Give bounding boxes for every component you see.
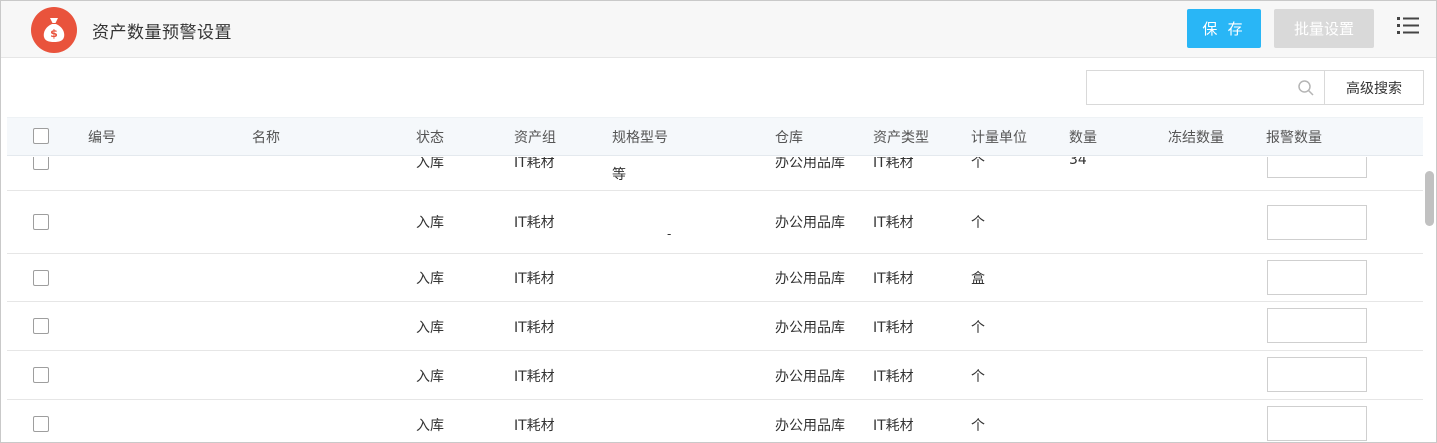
row-checkbox[interactable]	[33, 214, 49, 230]
table-header: 编号 名称 状态 资产组 规格型号 仓库 资产类型 计量单位 数量 冻结数量 报…	[7, 117, 1423, 156]
cell-status: 入库	[416, 418, 444, 434]
advanced-search-button[interactable]: 高级搜索	[1324, 70, 1424, 105]
list-menu-icon[interactable]	[1397, 15, 1419, 37]
column-header-unit[interactable]: 计量单位	[971, 127, 1027, 147]
cell-asset-type: IT耗材	[873, 418, 914, 434]
cell-asset-type: IT耗材	[873, 215, 914, 231]
cell-warehouse: 办公用品库	[775, 320, 845, 336]
cell-warehouse: 办公用品库	[775, 418, 845, 434]
column-header-warehouse[interactable]: 仓库	[775, 127, 803, 147]
cell-status: 入库	[416, 215, 444, 231]
table-row: 入库 IT耗材 - 办公用品库 IT耗材 个	[7, 191, 1423, 254]
cell-unit: 个	[971, 157, 985, 171]
table-row: 入库 IT耗材 办公用品库 IT耗材 个	[7, 302, 1423, 351]
cell-unit: 个	[971, 215, 985, 231]
cell-asset-type: IT耗材	[873, 271, 914, 287]
app-window: $ 资产数量预警设置 保 存 批量设置 高级搜索 编号 名称 状态 资产组 规格…	[0, 0, 1437, 443]
cell-status: 入库	[416, 369, 444, 385]
cell-status: 入库	[416, 157, 444, 171]
column-header-spec[interactable]: 规格型号	[612, 127, 668, 147]
cell-asset-type: IT耗材	[873, 320, 914, 336]
cell-warehouse: 办公用品库	[775, 369, 845, 385]
cell-asset-group: IT耗材	[514, 157, 555, 171]
row-checkbox[interactable]	[33, 270, 49, 286]
cell-unit: 盒	[971, 271, 985, 287]
row-checkbox[interactable]	[33, 157, 49, 170]
table-row: 入库 IT耗材 等 办公用品库 IT耗材 个 34	[7, 157, 1423, 191]
cell-unit: 个	[971, 418, 985, 434]
column-header-alarm-quantity[interactable]: 报警数量	[1266, 127, 1322, 147]
column-header-asset-group[interactable]: 资产组	[514, 127, 556, 147]
alarm-quantity-input[interactable]	[1267, 406, 1367, 441]
cell-status: 入库	[416, 320, 444, 336]
page-header: $ 资产数量预警设置 保 存 批量设置	[1, 1, 1436, 58]
batch-settings-button[interactable]: 批量设置	[1274, 9, 1374, 48]
table-body: 入库 IT耗材 等 办公用品库 IT耗材 个 34 入库 IT耗材 - 办公用品…	[7, 157, 1423, 442]
page-title: 资产数量预警设置	[92, 23, 232, 43]
cell-asset-group: IT耗材	[514, 369, 555, 385]
cell-spec: -	[667, 227, 672, 241]
money-bag-icon: $	[31, 7, 77, 53]
cell-asset-group: IT耗材	[514, 418, 555, 434]
column-header-status[interactable]: 状态	[416, 127, 444, 147]
search-box	[1086, 70, 1325, 105]
cell-unit: 个	[971, 320, 985, 336]
cell-warehouse: 办公用品库	[775, 271, 845, 287]
row-checkbox[interactable]	[33, 416, 49, 432]
svg-text:$: $	[50, 27, 58, 40]
column-header-frozen-quantity[interactable]: 冻结数量	[1168, 127, 1224, 147]
cell-warehouse: 办公用品库	[775, 215, 845, 231]
table-row: 入库 IT耗材 办公用品库 IT耗材 盒	[7, 254, 1423, 302]
cell-spec: 等	[612, 167, 626, 183]
column-header-asset-type[interactable]: 资产类型	[873, 127, 929, 147]
cell-asset-group: IT耗材	[514, 215, 555, 231]
column-header-quantity[interactable]: 数量	[1069, 127, 1097, 147]
column-header-code[interactable]: 编号	[88, 127, 116, 147]
column-header-name[interactable]: 名称	[252, 127, 280, 147]
cell-asset-group: IT耗材	[514, 320, 555, 336]
table-row: 入库 IT耗材 办公用品库 IT耗材 个	[7, 400, 1423, 442]
alarm-quantity-input[interactable]	[1267, 205, 1367, 240]
alarm-quantity-input[interactable]	[1267, 260, 1367, 295]
save-button[interactable]: 保 存	[1187, 9, 1261, 48]
alarm-quantity-input[interactable]	[1267, 308, 1367, 343]
select-all-checkbox[interactable]	[33, 128, 49, 144]
alarm-quantity-input[interactable]	[1267, 357, 1367, 392]
row-checkbox[interactable]	[33, 318, 49, 334]
alarm-quantity-input[interactable]	[1267, 157, 1367, 178]
vertical-scrollbar-thumb[interactable]	[1425, 171, 1434, 226]
cell-asset-type: IT耗材	[873, 157, 914, 171]
cell-asset-group: IT耗材	[514, 271, 555, 287]
cell-unit: 个	[971, 369, 985, 385]
cell-quantity: 34	[1069, 157, 1087, 168]
table-row: 入库 IT耗材 办公用品库 IT耗材 个	[7, 351, 1423, 400]
search-input[interactable]	[1093, 77, 1293, 99]
cell-status: 入库	[416, 271, 444, 287]
search-icon[interactable]	[1297, 79, 1315, 101]
row-checkbox[interactable]	[33, 367, 49, 383]
cell-asset-type: IT耗材	[873, 369, 914, 385]
cell-warehouse: 办公用品库	[775, 157, 845, 171]
